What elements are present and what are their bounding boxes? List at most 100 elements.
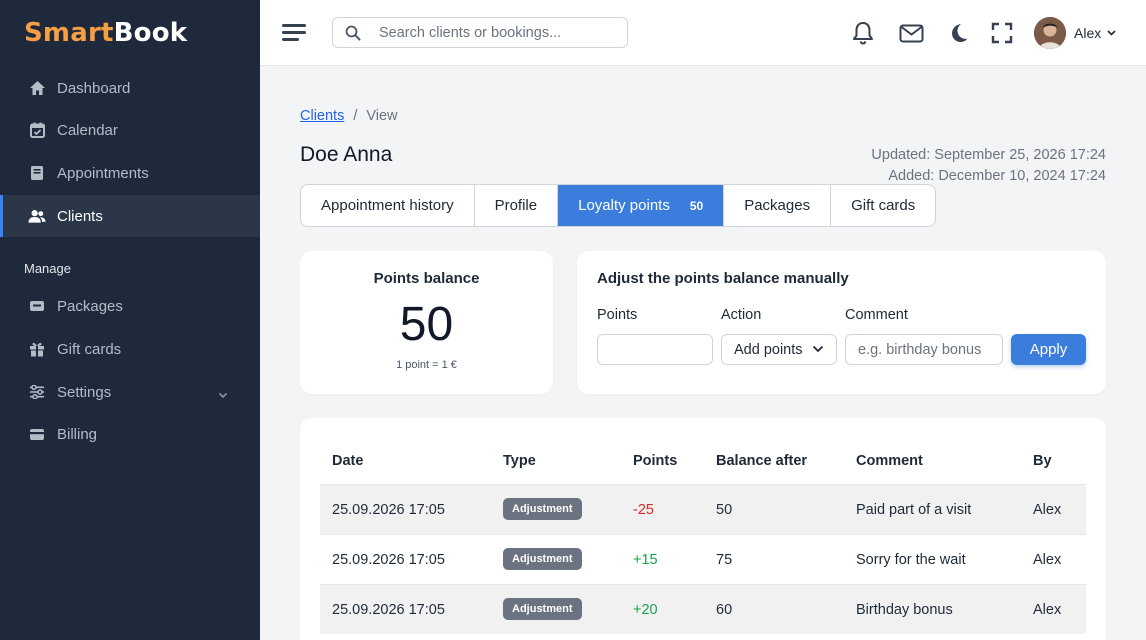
sidebar-item-label: Appointments — [57, 164, 149, 182]
gift-icon — [28, 340, 46, 358]
adjust-points-card: Adjust the points balance manually Point… — [577, 251, 1106, 394]
points-rate: 1 point = 1 € — [396, 359, 457, 371]
tab-label: Appointment history — [321, 197, 454, 214]
type-badge: Adjustment — [503, 598, 582, 620]
page-title: Doe Anna — [300, 143, 393, 166]
calendar-icon — [28, 121, 46, 139]
sidebar-item-gift-cards[interactable]: Gift cards — [0, 328, 260, 370]
comment-field-label: Comment — [845, 307, 908, 323]
cell-balance: 50 — [716, 502, 733, 518]
comment-input[interactable] — [845, 334, 1003, 365]
sidebar-item-dashboard[interactable]: Dashboard — [0, 67, 260, 109]
sidebar-item-packages[interactable]: Packages — [0, 285, 260, 327]
brand-part2: Book — [113, 18, 188, 48]
cell-balance: 75 — [716, 552, 733, 568]
chevron-down-icon — [1107, 30, 1116, 36]
action-select[interactable]: Add points — [721, 334, 837, 365]
sidebar-item-label: Gift cards — [57, 340, 122, 358]
tab-label: Profile — [494, 197, 538, 214]
users-icon — [28, 207, 46, 225]
cell-by: Alex — [1033, 552, 1062, 568]
cell-points: +20 — [633, 602, 658, 618]
fullscreen-icon[interactable] — [989, 20, 1015, 46]
user-name: Alex — [1074, 25, 1102, 41]
table-row: 25.09.2026 17:05 Adjustment -25 50 Paid … — [320, 484, 1086, 534]
sidebar-item-label: Settings — [57, 383, 112, 401]
client-meta: Updated: September 25, 2026 17:24 Added:… — [871, 145, 1106, 187]
tab-label: Loyalty points — [578, 197, 670, 214]
mail-icon[interactable] — [898, 20, 924, 46]
top-header: Alex — [260, 0, 1146, 66]
sidebar-item-billing[interactable]: Billing — [0, 413, 260, 455]
book-icon — [28, 164, 46, 182]
tab-badge: 50 — [689, 198, 704, 213]
cell-balance: 60 — [716, 602, 733, 618]
cell-comment: Birthday bonus — [856, 602, 953, 618]
tab-profile[interactable]: Profile — [475, 185, 559, 226]
search-input[interactable] — [333, 18, 627, 47]
tab-label: Gift cards — [851, 197, 916, 214]
table-row: 25.09.2026 17:05 Adjustment +15 75 Sorry… — [320, 534, 1086, 584]
points-balance-card: Points balance 50 1 point = 1 € — [300, 251, 553, 394]
sidebar-item-label: Packages — [57, 297, 123, 315]
tab-gift-cards[interactable]: Gift cards — [831, 185, 935, 226]
breadcrumb-link-clients[interactable]: Clients — [300, 108, 344, 124]
column-header-comment[interactable]: Comment — [856, 453, 923, 469]
chevron-down-icon — [812, 345, 824, 353]
client-tabs: Appointment history Profile Loyalty poin… — [300, 184, 937, 227]
type-badge: Adjustment — [503, 548, 582, 570]
cell-points: -25 — [633, 502, 654, 518]
cell-comment: Sorry for the wait — [856, 552, 966, 568]
sidebar-item-calendar[interactable]: Calendar — [0, 109, 260, 151]
moon-icon[interactable] — [945, 20, 971, 46]
points-input[interactable] — [597, 334, 713, 365]
search-box — [332, 17, 628, 48]
column-header-type[interactable]: Type — [503, 453, 536, 469]
sidebar-item-label: Billing — [57, 425, 98, 443]
sidebar-item-settings[interactable]: Settings — [0, 371, 260, 413]
tab-loyalty-points[interactable]: Loyalty points 50 — [558, 185, 725, 226]
sidebar-item-clients[interactable]: Clients — [0, 195, 260, 237]
brand-logo[interactable]: SmartBook — [24, 18, 187, 48]
cell-by: Alex — [1033, 602, 1062, 618]
user-menu[interactable]: Alex — [1074, 25, 1116, 41]
column-header-date[interactable]: Date — [332, 453, 363, 469]
sidebar: SmartBook Dashboard Calendar Appointment… — [0, 0, 260, 640]
points-history-table: Date Type Points Balance after Comment B… — [300, 418, 1106, 640]
chevron-down-icon — [218, 386, 228, 403]
adjust-title: Adjust the points balance manually — [597, 270, 849, 287]
cell-date: 25.09.2026 17:05 — [332, 602, 445, 618]
points-balance-label: Points balance — [373, 270, 480, 287]
sidebar-item-label: Clients — [57, 207, 103, 225]
tab-appointment-history[interactable]: Appointment history — [301, 185, 475, 226]
apply-button[interactable]: Apply — [1011, 334, 1086, 365]
package-icon — [28, 297, 46, 315]
type-badge: Adjustment — [503, 498, 582, 520]
sidebar-item-label: Dashboard — [57, 79, 131, 97]
sliders-icon — [28, 383, 46, 401]
brand-part1: Smart — [24, 18, 114, 48]
sidebar-item-label: Calendar — [57, 121, 118, 139]
cell-comment: Paid part of a visit — [856, 502, 972, 518]
breadcrumb: Clients / View — [300, 108, 398, 124]
section-label-manage: Manage — [24, 261, 71, 276]
cell-date: 25.09.2026 17:05 — [332, 552, 445, 568]
breadcrumb-current: View — [366, 108, 398, 124]
action-field-label: Action — [721, 307, 762, 323]
points-field-label: Points — [597, 307, 638, 323]
cell-points: +15 — [633, 552, 658, 568]
column-header-balance-after[interactable]: Balance after — [716, 453, 807, 469]
breadcrumb-separator: / — [353, 108, 358, 124]
home-icon — [28, 79, 46, 97]
avatar[interactable] — [1034, 17, 1066, 49]
column-header-by[interactable]: By — [1033, 453, 1052, 469]
bell-icon[interactable] — [850, 20, 876, 46]
tab-packages[interactable]: Packages — [724, 185, 832, 226]
sidebar-item-appointments[interactable]: Appointments — [0, 152, 260, 194]
column-header-points[interactable]: Points — [633, 453, 677, 469]
credit-card-icon — [28, 425, 46, 443]
search-icon — [345, 25, 361, 46]
updated-timestamp: Updated: September 25, 2026 17:24 — [871, 147, 1106, 163]
menu-toggle-icon[interactable] — [282, 22, 306, 42]
tab-label: Packages — [744, 197, 811, 214]
